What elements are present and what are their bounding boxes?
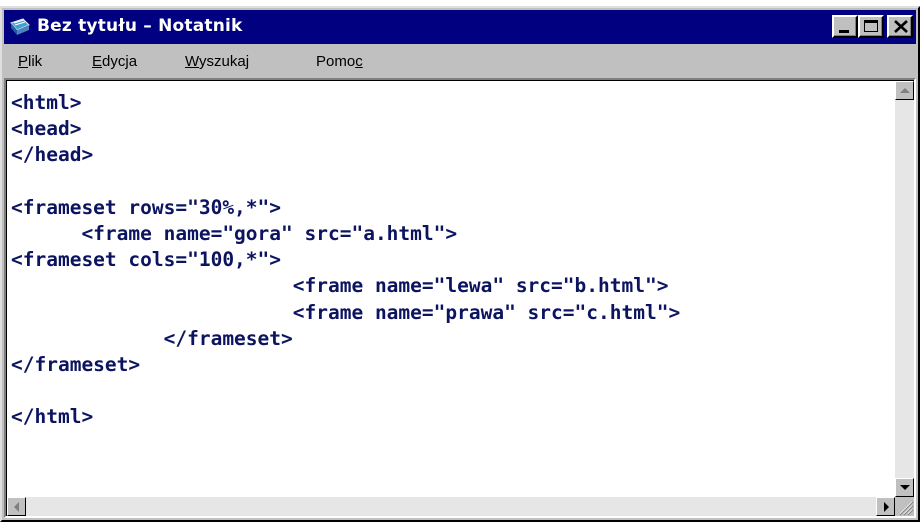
code-line: </head> (11, 143, 94, 167)
code-line: </html> (11, 405, 94, 429)
scroll-down-button[interactable] (895, 478, 914, 497)
close-button[interactable] (887, 15, 913, 38)
menu-edycja[interactable]: Edycja (92, 53, 137, 70)
scroll-up-button[interactable] (895, 81, 914, 100)
menu-plik[interactable]: Plik (18, 53, 42, 70)
code-line: <frameset cols="100,*"> (11, 248, 282, 272)
size-grip-icon (899, 501, 914, 516)
code-line: </frameset> (11, 352, 141, 376)
scroll-down-arrow-icon (900, 485, 910, 490)
maximize-button[interactable] (858, 15, 884, 38)
scroll-right-arrow-icon (884, 502, 889, 512)
code-line: <frame name="prawa" src="c.html"> (11, 300, 681, 324)
scroll-up-arrow-icon (900, 88, 910, 93)
minimize-button[interactable] (832, 15, 858, 38)
window-title: Bez tytułu – Notatnik (37, 16, 243, 36)
horizontal-scrollbar[interactable] (7, 497, 895, 516)
notepad-icon (10, 18, 30, 35)
code-line: <frame name="gora" src="a.html"> (11, 221, 458, 245)
menu-pomoc[interactable]: Pomoc (316, 53, 363, 70)
code-line: </frameset> (11, 326, 293, 350)
resize-grip[interactable] (895, 497, 914, 516)
code-line: <frameset rows="30%,*"> (11, 195, 282, 219)
vertical-scrollbar[interactable] (895, 81, 914, 497)
scroll-left-arrow-icon (14, 502, 19, 512)
editor-content[interactable]: <html> <head> </head> <frameset rows="30… (11, 90, 891, 494)
notepad-window: Bez tytułu – Notatnik Plik Edycja Wyszuk… (0, 6, 920, 522)
title-bar[interactable]: Bez tytułu – Notatnik (4, 10, 916, 44)
menu-wyszukaj[interactable]: Wyszukaj (185, 53, 249, 70)
maximize-icon (864, 20, 878, 32)
minimize-icon (839, 30, 849, 33)
editor-frame: <html> <head> </head> <frameset rows="30… (6, 80, 914, 516)
text-editor[interactable]: <html> <head> </head> <frameset rows="30… (4, 78, 916, 518)
menu-bar: Plik Edycja Wyszukaj Pomoc (4, 46, 916, 76)
code-line: <head> (11, 117, 82, 141)
code-line: <frame name="lewa" src="b.html"> (11, 274, 669, 298)
close-icon (894, 20, 908, 33)
code-line: <html> (11, 91, 82, 114)
scroll-left-button[interactable] (7, 497, 26, 516)
scroll-right-button[interactable] (876, 497, 895, 516)
